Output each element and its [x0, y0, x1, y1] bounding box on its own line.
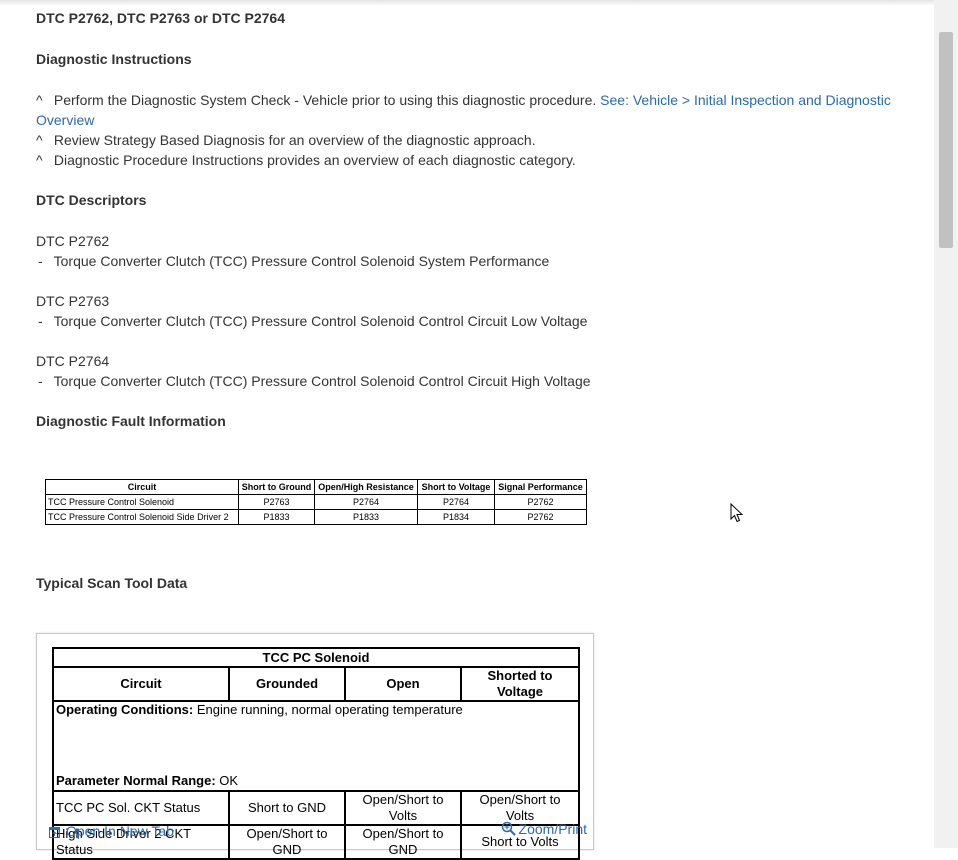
table-cell: P2764: [314, 494, 418, 510]
instruction-item-3: ^ Diagnostic Procedure Instructions prov…: [36, 151, 576, 169]
see-vehicle-inspection-link-cont[interactable]: Overview: [36, 111, 94, 129]
open-in-new-tab-label: Open In New Tab: [66, 823, 174, 839]
bullet-caret: ^: [36, 132, 43, 148]
table-cell: P1834: [417, 509, 495, 525]
dtc-description-text: Torque Converter Clutch (TCC) Pressure C…: [53, 253, 550, 269]
table-row: TCC PC Sol. CKT Status Short to GND Open…: [52, 790, 580, 826]
open-in-new-tab-button[interactable]: Open In New Tab: [49, 823, 174, 839]
scan-tool-figure: TCC PC Solenoid Circuit Grounded Open Sh…: [36, 633, 594, 860]
fault-info-heading: Diagnostic Fault Information: [36, 413, 226, 429]
vertical-scrollbar[interactable]: [934, 0, 958, 848]
column-header: Signal Performance: [494, 479, 587, 495]
range-label: Parameter Normal Range:: [56, 773, 216, 788]
dtc-code: DTC P2762: [36, 233, 110, 249]
table-title: TCC PC Solenoid: [52, 647, 580, 668]
column-header: Open/High Resistance: [314, 479, 418, 495]
mouse-cursor-icon: [730, 503, 744, 523]
dtc-description: - Torque Converter Clutch (TCC) Pressure…: [36, 312, 587, 330]
instruction-text: Perform the Diagnostic System Check - Ve…: [53, 92, 597, 108]
table-cell: Short to GND: [228, 790, 346, 826]
table-cell: TCC Pressure Control Solenoid: [45, 494, 239, 510]
table-row: TCC Pressure Control Solenoid P2763 P276…: [45, 494, 587, 510]
table-cell: P2764: [417, 494, 495, 510]
dash-marker: -: [38, 313, 43, 329]
normal-range: Parameter Normal Range: OK: [56, 773, 238, 789]
table-row: TCC Pressure Control Solenoid Side Drive…: [45, 509, 587, 525]
instruction-item-1: ^ Perform the Diagnostic System Check - …: [36, 91, 891, 109]
table-cell: Open/Short to Volts: [344, 790, 462, 826]
table-cell: TCC Pressure Control Solenoid Side Drive…: [45, 509, 239, 525]
dtc-description-text: Torque Converter Clutch (TCC) Pressure C…: [53, 313, 588, 329]
instruction-text: Review Strategy Based Diagnosis for an o…: [53, 132, 536, 148]
conditions-row: Operating Conditions: Engine running, no…: [52, 700, 580, 792]
column-header: Short to Ground: [238, 479, 315, 495]
bullet-caret: ^: [36, 92, 43, 108]
zoom-print-button[interactable]: Zoom/Print: [501, 821, 587, 837]
column-header: Grounded: [228, 666, 346, 702]
diagnostic-instructions-heading: Diagnostic Instructions: [36, 51, 192, 67]
table-cell: Open/Short to GND: [228, 824, 346, 860]
conditions-cell: Operating Conditions: Engine running, no…: [52, 700, 580, 792]
zoom-print-label: Zoom/Print: [518, 821, 587, 837]
page-title: DTC P2762, DTC P2763 or DTC P2764: [36, 10, 285, 26]
instruction-text: Diagnostic Procedure Instructions provid…: [53, 152, 576, 168]
column-header: Shorted to Voltage: [460, 666, 580, 702]
range-value: OK: [215, 773, 239, 788]
dash-marker: -: [38, 373, 43, 389]
table-cell: P1833: [314, 509, 418, 525]
dash-marker: -: [38, 253, 43, 269]
table-title-row: TCC PC Solenoid: [52, 647, 580, 668]
column-header: Short to Voltage: [417, 479, 495, 495]
table-cell: P2762: [494, 494, 587, 510]
column-header: Circuit: [45, 479, 239, 495]
scrollbar-thumb[interactable]: [939, 32, 953, 248]
fault-info-table: Circuit Short to Ground Open/High Resist…: [45, 479, 587, 525]
table-cell: P2762: [494, 509, 587, 525]
scan-tool-heading: Typical Scan Tool Data: [36, 575, 188, 591]
operating-value: Engine running, normal operating tempera…: [193, 702, 463, 717]
dtc-code: DTC P2764: [36, 353, 110, 369]
column-header: Open: [344, 666, 462, 702]
dtc-code: DTC P2763: [36, 293, 110, 309]
operating-conditions: Operating Conditions: Engine running, no…: [56, 702, 576, 718]
table-cell: P1833: [238, 509, 315, 525]
top-shadow: [0, 0, 934, 6]
table-header-row: Circuit Grounded Open Shorted to Voltage: [52, 666, 580, 702]
table-header-row: Circuit Short to Ground Open/High Resist…: [45, 479, 587, 495]
dtc-description: - Torque Converter Clutch (TCC) Pressure…: [36, 252, 549, 270]
dtc-description: - Torque Converter Clutch (TCC) Pressure…: [36, 372, 591, 390]
table-cell: TCC PC Sol. CKT Status: [52, 790, 230, 826]
magnifier-icon: [501, 821, 516, 836]
column-header: Circuit: [52, 666, 230, 702]
bullet-caret: ^: [36, 152, 43, 168]
dtc-description-text: Torque Converter Clutch (TCC) Pressure C…: [53, 373, 591, 389]
operating-label: Operating Conditions:: [56, 702, 194, 717]
table-cell: Open/Short to GND: [344, 824, 462, 860]
see-vehicle-inspection-link[interactable]: See: Vehicle > Initial Inspection and Di…: [600, 92, 891, 108]
new-tab-icon: [49, 826, 60, 838]
dtc-descriptors-heading: DTC Descriptors: [36, 192, 147, 208]
table-cell: Open/Short to Volts: [460, 790, 580, 826]
instruction-item-2: ^ Review Strategy Based Diagnosis for an…: [36, 131, 536, 149]
table-cell: P2763: [238, 494, 315, 510]
